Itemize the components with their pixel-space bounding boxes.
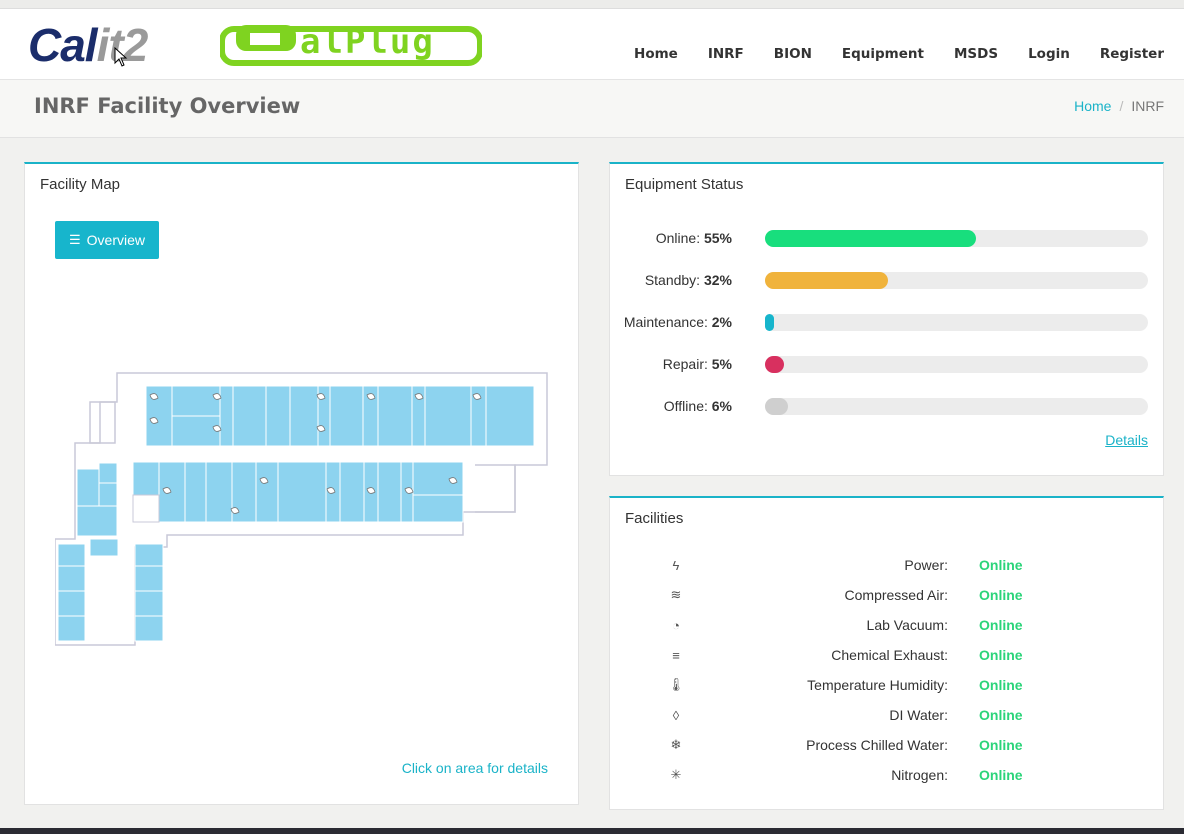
status-label: Standby: 32% (645, 270, 732, 290)
breadcrumb-separator: / (1119, 98, 1124, 114)
facility-row: ≡ Chemical Exhaust: Online (610, 645, 1162, 665)
svg-text:alPlug: alPlug (300, 23, 435, 62)
status-progress-track (765, 272, 1148, 289)
status-percent: 55% (703, 230, 732, 246)
status-row: Maintenance: 2% (610, 312, 1162, 332)
status-progress-fill (765, 272, 888, 289)
status-progress-fill (765, 314, 774, 331)
overview-button-label: Overview (86, 232, 145, 248)
calit2-logo[interactable]: Calit2 (28, 19, 148, 71)
nav-bion[interactable]: BION (774, 46, 812, 62)
site-header: Calit2 alPlug Home INRF BION Equipment M… (0, 9, 1184, 80)
status-progress-track (765, 356, 1148, 373)
facilities-title: Facilities (625, 510, 684, 527)
breadcrumb-current: INRF (1131, 98, 1164, 114)
map-hint[interactable]: Click on area for details (402, 760, 548, 776)
facility-row: ◊ DI Water: Online (610, 705, 1162, 725)
status-percent: 2% (711, 314, 732, 330)
facility-label: Nitrogen: (891, 767, 948, 783)
status-row: Repair: 5% (610, 354, 1162, 374)
facility-label: Process Chilled Water: (806, 737, 948, 753)
status-name: Offline: (663, 398, 708, 414)
equipment-status-panel: Equipment Status Online: 55% Standby: 32%… (609, 162, 1164, 476)
status-label: Repair: 5% (663, 354, 732, 374)
nav-equipment[interactable]: Equipment (842, 46, 924, 62)
facility-status: Online (979, 647, 1023, 663)
status-name: Online: (655, 230, 701, 246)
facility-row: ❄ Process Chilled Water: Online (610, 735, 1162, 755)
nav-home[interactable]: Home (634, 46, 678, 62)
facilities-panel: Facilities ϟ Power: Online ≋ Compressed Air:… (609, 496, 1164, 810)
calit2-logo-part-a: Cal (28, 19, 98, 71)
equipment-status-title: Equipment Status (625, 176, 744, 193)
thermometer-icon: 🌡 (667, 677, 685, 692)
details-link[interactable]: Details (1105, 432, 1148, 448)
top-strip (0, 0, 1184, 9)
droplet-icon: ◊ (672, 707, 680, 723)
asterisk-icon: ✳ (670, 767, 682, 782)
calplug-logo[interactable]: alPlug (220, 23, 482, 67)
facility-row: ✳ Nitrogen: Online (610, 765, 1162, 785)
status-label: Maintenance: 2% (624, 312, 732, 332)
facility-row: ϟ Power: Online (610, 555, 1162, 575)
status-row: Standby: 32% (610, 270, 1162, 290)
facility-map-title: Facility Map (40, 176, 121, 193)
snowflake-icon: ❄ (670, 737, 682, 752)
nav-msds[interactable]: MSDS (954, 46, 998, 62)
status-progress-fill (765, 356, 785, 373)
breadcrumb: Home / INRF (1074, 98, 1164, 114)
status-row: Online: 55% (610, 228, 1162, 248)
breadcrumb-home[interactable]: Home (1074, 98, 1111, 114)
status-progress-fill (765, 398, 788, 415)
facility-row: 🌡 Temperature Humidity: Online (610, 675, 1162, 695)
facility-status: Online (979, 587, 1023, 603)
nav-login[interactable]: Login (1028, 46, 1070, 62)
status-percent: 32% (703, 272, 732, 288)
floor-plan-map[interactable] (55, 369, 550, 649)
facility-label: DI Water: (889, 707, 948, 723)
gauge-icon: ◔ (672, 617, 680, 633)
title-bar: INRF Facility Overview Home / INRF (0, 80, 1184, 138)
lightning-icon: ϟ (672, 557, 680, 573)
status-percent: 5% (711, 356, 732, 372)
mouse-cursor-icon (114, 47, 128, 67)
facility-map-panel: Facility Map ☰ Overview Click on area fo… (24, 162, 579, 805)
facility-status: Online (979, 617, 1023, 633)
nav-inrf[interactable]: INRF (708, 46, 744, 62)
status-label: Online: 55% (656, 228, 732, 248)
facility-row: ◔ Lab Vacuum: Online (610, 615, 1162, 635)
facility-status: Online (979, 737, 1023, 753)
status-progress-track (765, 314, 1148, 331)
facility-label: Lab Vacuum: (866, 617, 948, 633)
facility-label: Power: (904, 557, 948, 573)
facility-status: Online (979, 707, 1023, 723)
status-name: Maintenance: (623, 314, 708, 330)
nav-register[interactable]: Register (1100, 46, 1164, 62)
status-row: Offline: 6% (610, 396, 1162, 416)
status-percent: 6% (711, 398, 732, 414)
wind-icon: ≋ (670, 587, 682, 602)
facility-row: ≋ Compressed Air: Online (610, 585, 1162, 605)
status-progress-fill (765, 230, 976, 247)
status-label: Offline: 6% (664, 396, 732, 416)
facility-status: Online (979, 677, 1023, 693)
overview-button[interactable]: ☰ Overview (55, 221, 159, 259)
status-progress-track (765, 398, 1148, 415)
status-name: Standby: (644, 272, 701, 288)
main-nav: Home INRF BION Equipment MSDS Login Regi… (604, 18, 1164, 89)
list-icon: ☰ (68, 232, 81, 247)
facility-label: Temperature Humidity: (807, 677, 948, 693)
bottom-bar (0, 828, 1184, 834)
page-title: INRF Facility Overview (34, 94, 301, 118)
status-progress-track (765, 230, 1148, 247)
facility-label: Chemical Exhaust: (831, 647, 948, 663)
status-name: Repair: (662, 356, 708, 372)
exhaust-icon: ≡ (672, 647, 680, 663)
facility-label: Compressed Air: (844, 587, 948, 603)
facility-status: Online (979, 557, 1023, 573)
facility-status: Online (979, 767, 1023, 783)
